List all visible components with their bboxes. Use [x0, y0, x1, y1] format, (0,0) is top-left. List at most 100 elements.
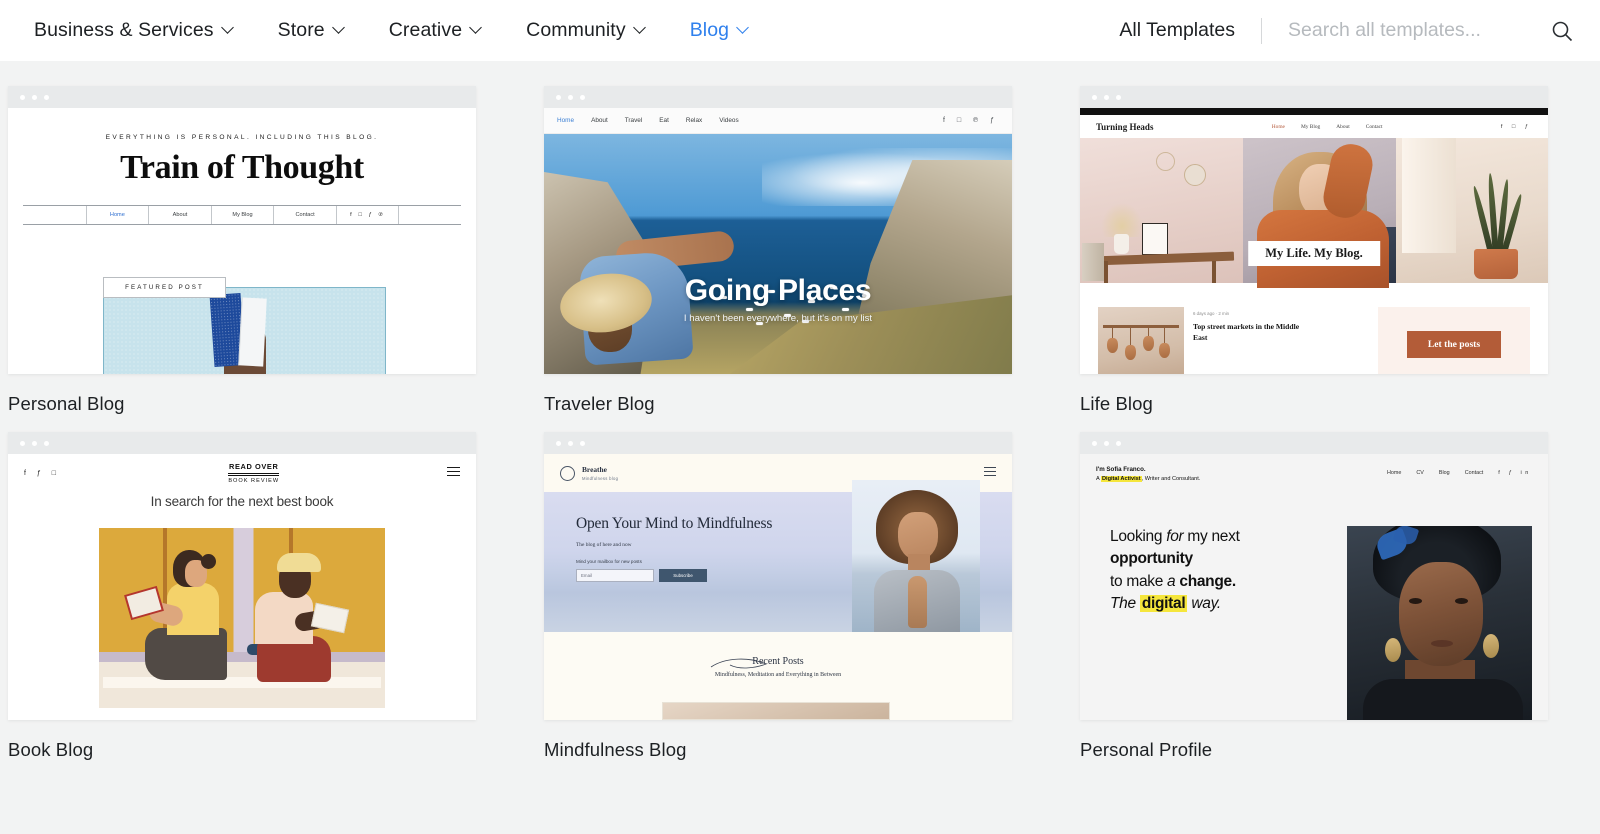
template-name: Mindfulness Blog — [544, 739, 687, 760]
template-thumbnail[interactable]: f ƒ □ READ OVER BOOK REVIEW In search fo… — [8, 432, 476, 720]
subscribe-button: Subscribe — [659, 569, 707, 583]
headline-part: opportunity — [1110, 550, 1193, 568]
hamburger-menu-icon — [446, 466, 460, 480]
social-icons: f ƒ in — [1498, 470, 1532, 476]
template-thumbnail[interactable]: Turning Heads Home My Blog About Contact… — [1080, 86, 1548, 374]
preview-nav-home: Home — [1271, 123, 1285, 130]
browser-chrome-bar — [544, 432, 1012, 454]
logo-line-1: READ OVER — [228, 462, 280, 474]
nav-item-store[interactable]: Store — [256, 19, 367, 42]
preview-personal-profile: I'm Sofia Franco. A Digital Activist, Wr… — [1080, 454, 1548, 720]
primary-nav: Business & Services Store Creative Commu… — [0, 19, 771, 42]
profile-name: I'm Sofia Franco. — [1096, 466, 1146, 473]
preview-nav-home: Home — [1387, 470, 1402, 476]
pot-shape — [1159, 343, 1170, 358]
shelf-shape — [99, 652, 385, 662]
template-card-traveler-blog[interactable]: Home About Travel Eat Relax Videos f □ ℗… — [544, 86, 1012, 415]
nav-item-business-services[interactable]: Business & Services — [12, 19, 256, 42]
template-thumbnail[interactable]: Home About Travel Eat Relax Videos f □ ℗… — [544, 86, 1012, 374]
preview-social-icons: f □ ƒ ℗ — [337, 206, 400, 224]
picture-frame-shape — [1142, 223, 1168, 255]
template-card-personal-blog[interactable]: EVERYTHING IS PERSONAL. INCLUDING THIS B… — [8, 86, 476, 415]
preview-logo: READ OVER BOOK REVIEW — [228, 462, 280, 484]
nav-item-creative[interactable]: Creative — [367, 19, 504, 42]
browser-chrome-bar — [8, 432, 476, 454]
template-card-mindfulness-blog[interactable]: Breathe Mindfulness blog Open Your Mind … — [544, 432, 1012, 761]
nav-item-blog[interactable]: Blog — [668, 19, 771, 42]
logo-name: Breathe — [582, 465, 607, 475]
bench-shape — [103, 677, 381, 688]
chevron-down-icon — [223, 23, 234, 34]
earring-shape — [1483, 634, 1499, 658]
chevron-down-icon — [471, 23, 482, 34]
preview-nav-home: Home — [557, 117, 575, 124]
preview-logo: Turning Heads — [1096, 121, 1154, 132]
preview-hero: Open Your Mind to Mindfulness The blog o… — [544, 480, 1012, 632]
nav-item-community[interactable]: Community — [504, 19, 668, 42]
search-icon[interactable] — [1550, 19, 1574, 43]
preview-hero-photo: Going Places I haven't been everywhere, … — [544, 134, 1012, 374]
featured-post-badge: FEATURED POST — [103, 277, 226, 298]
hero-headline: Open Your Mind to Mindfulness — [576, 515, 773, 532]
recent-posts-section: Recent Posts Mindfulness, Meditation and… — [544, 632, 1012, 720]
preview-nav: I'm Sofia Franco. A Digital Activist, Wr… — [1080, 454, 1548, 496]
hero-text-block: Open Your Mind to Mindfulness The blog o… — [544, 492, 852, 632]
preview-nav: f ƒ □ READ OVER BOOK REVIEW — [8, 454, 476, 492]
plant-photo — [1396, 138, 1548, 283]
nav-label: Creative — [388, 19, 463, 41]
rack-bar-shape — [1103, 325, 1179, 328]
search-input[interactable] — [1288, 19, 1524, 42]
preview-nav-contact: Contact — [1365, 123, 1383, 130]
pot-shape — [1125, 345, 1136, 360]
cta-panel: Let the posts — [1378, 307, 1530, 374]
earring-shape — [1385, 638, 1401, 662]
template-card-personal-profile[interactable]: I'm Sofia Franco. A Digital Activist, Wr… — [1080, 432, 1548, 761]
hero-headline: Looking for my next opportunity to make … — [1110, 526, 1333, 720]
post-item: 6 days ago · 2 min Top street markets in… — [1098, 307, 1312, 374]
recent-posts-subtitle: Mindfulness, Meditation and Everything i… — [714, 672, 842, 678]
nav-spacer — [23, 206, 87, 224]
headline-part: for — [1166, 528, 1184, 545]
preview-posts-row: 6 days ago · 2 min Top street markets in… — [1080, 283, 1548, 374]
preview-hero-image — [103, 287, 386, 374]
face-shape — [1399, 562, 1483, 666]
post-meta: 6 days ago · 2 min — [1193, 311, 1230, 316]
eye-shape — [1455, 598, 1468, 604]
pot-shape — [1143, 336, 1154, 351]
preview-nav-contact: Contact — [274, 206, 337, 224]
cta-button: Let the posts — [1406, 330, 1502, 358]
preview-nav: Home About Travel Eat Relax Videos f □ ℗… — [544, 108, 1012, 134]
all-templates-link[interactable]: All Templates — [1119, 19, 1235, 42]
template-name: Personal Blog — [8, 393, 125, 414]
headline-part: change. — [1179, 572, 1236, 590]
hero-headline: Going Places — [684, 274, 872, 307]
headline-highlight: digital — [1139, 595, 1188, 613]
nav-label: Blog — [689, 19, 730, 41]
preview-traveler-blog: Home About Travel Eat Relax Videos f □ ℗… — [544, 108, 1012, 374]
template-thumbnail[interactable]: I'm Sofia Franco. A Digital Activist, Wr… — [1080, 432, 1548, 720]
template-card-life-blog[interactable]: Turning Heads Home My Blog About Contact… — [1080, 86, 1548, 415]
pot-shape — [1474, 249, 1518, 279]
template-card-book-blog[interactable]: f ƒ □ READ OVER BOOK REVIEW In search fo… — [8, 432, 476, 761]
pot-shape — [1107, 338, 1118, 353]
preview-nav-about: About — [1336, 123, 1350, 130]
browser-chrome-bar — [8, 86, 476, 108]
person1-legs — [145, 628, 227, 680]
role-highlight: Digital Activist — [1100, 476, 1142, 482]
preview-personal-blog: EVERYTHING IS PERSONAL. INCLUDING THIS B… — [8, 108, 476, 374]
post-thumbnail — [662, 702, 890, 720]
preview-banner-title: My Life. My Blog. — [1248, 241, 1380, 266]
preview-identity: I'm Sofia Franco. A Digital Activist, Wr… — [1096, 466, 1200, 482]
template-name: Personal Profile — [1080, 739, 1213, 760]
hero-photo — [852, 480, 980, 632]
books-stack-shape — [1082, 243, 1104, 281]
person2-cap — [277, 553, 321, 572]
template-thumbnail[interactable]: Breathe Mindfulness blog Open Your Mind … — [544, 432, 1012, 720]
face-shape — [898, 512, 938, 560]
preview-body: Looking for my next opportunity to make … — [1080, 496, 1548, 720]
nav-label: Business & Services — [34, 19, 214, 41]
headline-part: Looking — [1110, 528, 1167, 545]
template-thumbnail[interactable]: EVERYTHING IS PERSONAL. INCLUDING THIS B… — [8, 86, 476, 374]
post-text: 6 days ago · 2 min Top street markets in… — [1193, 307, 1312, 374]
